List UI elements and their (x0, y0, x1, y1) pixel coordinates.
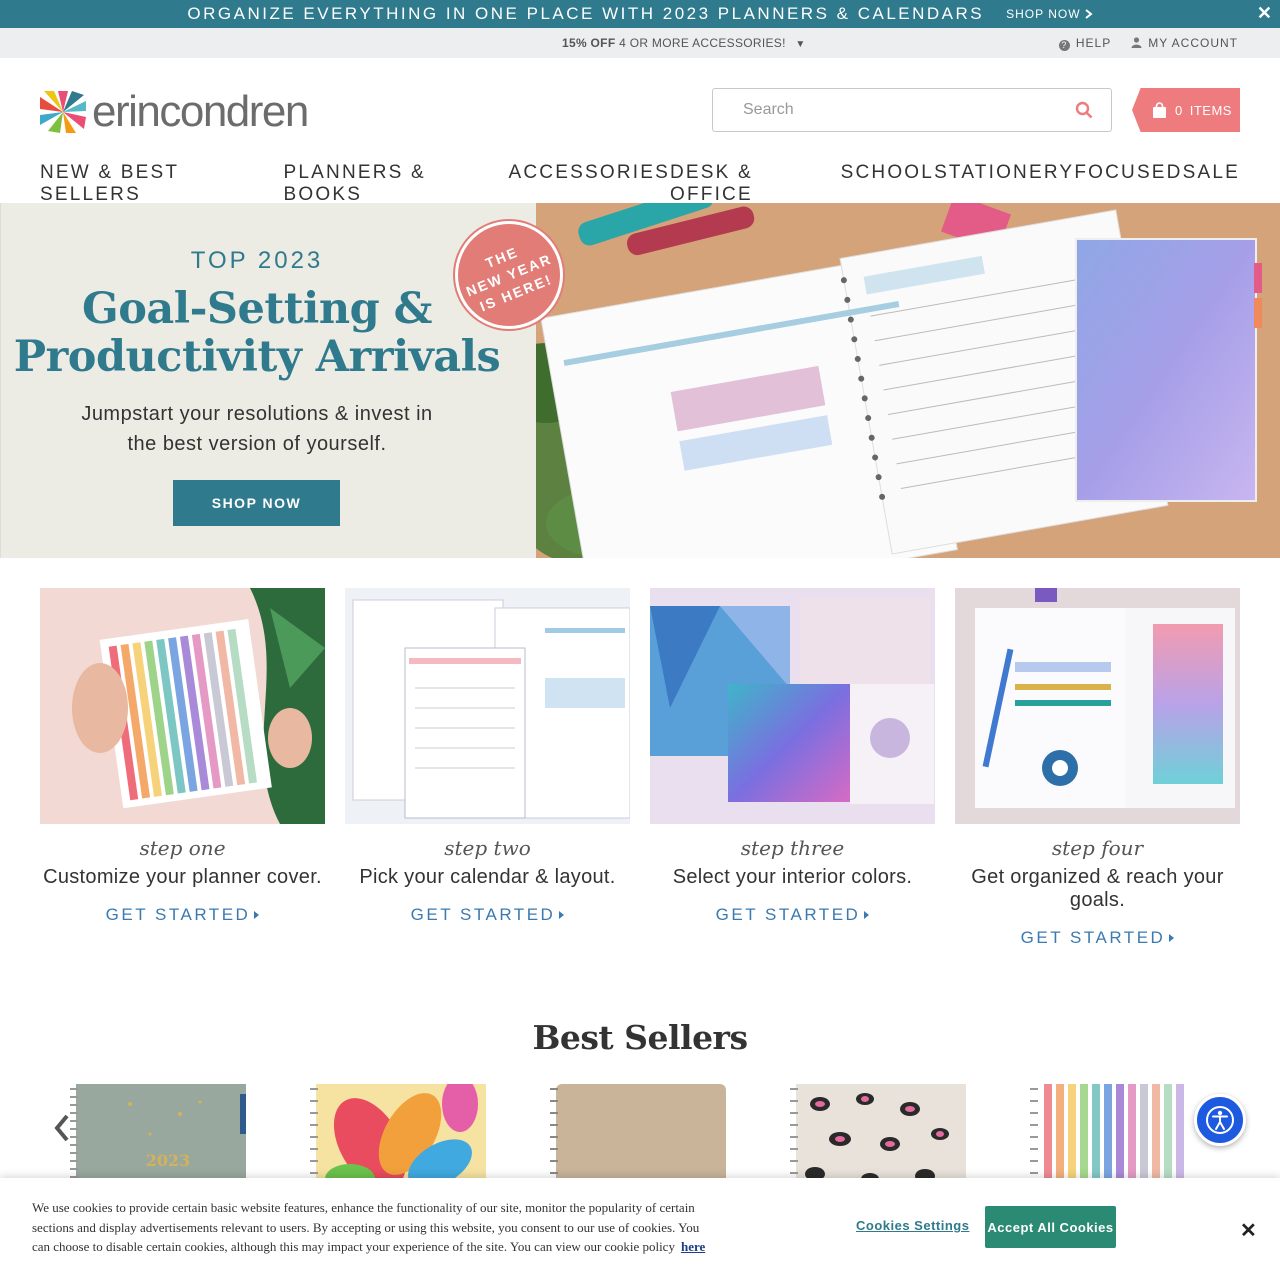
calendar-layout-photo (345, 588, 630, 824)
get-started-label: GET STARTED (410, 905, 556, 924)
get-started-link[interactable]: GET STARTED (1021, 928, 1175, 948)
help-link[interactable]: ? HELP (1058, 36, 1112, 51)
search-bar (712, 88, 1112, 132)
site-logo[interactable]: erincondren (40, 87, 309, 136)
nav-sale[interactable]: SALE (1183, 162, 1240, 206)
hero-copy-panel: TOP 2023 Goal-Setting & Productivity Arr… (0, 203, 536, 558)
chevron-right-icon (1084, 9, 1093, 19)
shopping-bag-icon (1153, 102, 1166, 118)
accessories-offer[interactable]: 15% OFF 4 OR MORE ACCESSORIES! ▼ (562, 36, 806, 50)
question-icon: ? (1058, 40, 1070, 51)
cart-button[interactable]: 0 ITEMS (1132, 88, 1240, 132)
get-started-link[interactable]: GET STARTED (411, 905, 565, 925)
promo-bar: ORGANIZE EVERYTHING IN ONE PLACE WITH 20… (0, 0, 1280, 28)
nav-new-best-sellers[interactable]: NEW & BEST SELLERS (40, 162, 284, 206)
hero-sub-line-1: Jumpstart your resolutions & invest in (81, 403, 433, 425)
cookie-policy-link[interactable]: here (681, 1239, 705, 1254)
cookie-banner: We use cookies to provide certain basic … (0, 1178, 1280, 1280)
step-card: step one Customize your planner cover. G… (40, 588, 325, 948)
step-description: Pick your calendar & layout. (359, 866, 616, 888)
caret-right-icon (1169, 934, 1175, 942)
nav-school[interactable]: SCHOOL (841, 162, 934, 206)
search-input[interactable] (743, 101, 1063, 119)
step-label: step three (740, 836, 845, 860)
cookie-text: We use cookies to provide certain basic … (32, 1198, 712, 1257)
step-description: Select your interior colors. (672, 866, 913, 888)
logo-mark-icon (40, 91, 86, 133)
planner-cover-photo (40, 588, 325, 824)
close-icon[interactable]: ✕ (1257, 3, 1272, 24)
hero-title: Goal-Setting & Productivity Arrivals (1, 285, 513, 381)
step-one-image[interactable] (40, 588, 325, 824)
cookie-settings-link[interactable]: Cookies Settings (856, 1218, 969, 1233)
cookie-message: We use cookies to provide certain basic … (32, 1200, 700, 1254)
organized-planner-photo (955, 588, 1240, 824)
utility-links: ? HELP MY ACCOUNT (1058, 36, 1238, 51)
step-card: step two Pick your calendar & layout. GE… (345, 588, 630, 948)
main-nav: NEW & BEST SELLERS PLANNERS & BOOKS ACCE… (40, 162, 1240, 206)
step-two-image[interactable] (345, 588, 630, 824)
step-four-image[interactable] (955, 588, 1240, 824)
utility-bar: 15% OFF 4 OR MORE ACCESSORIES! ▼ ? HELP M… (0, 28, 1280, 58)
hero-image[interactable] (536, 203, 1280, 558)
caret-down-icon: ▼ (795, 39, 806, 50)
hero-subtitle: Jumpstart your resolutions & invest in t… (1, 399, 513, 459)
step-card: step four Get organized & reach your goa… (955, 588, 1240, 948)
cart-label: ITEMS (1189, 102, 1232, 118)
product-cover-year: 2023 (146, 1151, 191, 1170)
cart-count: 0 (1175, 102, 1183, 118)
step-three-image[interactable] (650, 588, 935, 824)
nav-stationery[interactable]: STATIONERY (934, 162, 1074, 206)
my-account-label: MY ACCOUNT (1148, 36, 1238, 50)
step-card: step three Select your interior colors. … (650, 588, 935, 948)
offer-text: 4 OR MORE ACCESSORIES! (619, 36, 786, 50)
hero-shop-now-button[interactable]: SHOP NOW (173, 480, 340, 526)
caret-right-icon (559, 911, 565, 919)
my-account-link[interactable]: MY ACCOUNT (1131, 36, 1238, 51)
step-description: Customize your planner cover. (43, 866, 322, 888)
get-started-label: GET STARTED (1020, 928, 1166, 947)
accessibility-icon (1206, 1106, 1234, 1134)
logo-text: erincondren (92, 87, 309, 136)
hero-title-line-2: Productivity Arrivals (13, 332, 501, 382)
hero-sub-line-2: the best version of yourself. (127, 433, 387, 455)
get-started-link[interactable]: GET STARTED (106, 905, 260, 925)
promo-shop-label: SHOP NOW (1006, 7, 1081, 21)
planner-photo-illustration (536, 203, 1280, 558)
step-label: step one (139, 836, 226, 860)
accept-all-cookies-button[interactable]: Accept All Cookies (985, 1206, 1116, 1248)
search-icon[interactable] (1075, 101, 1093, 119)
steps-section: step one Customize your planner cover. G… (40, 588, 1240, 948)
interior-colors-photo (650, 588, 935, 824)
nav-focused[interactable]: FOCUSED (1074, 162, 1182, 206)
get-started-label: GET STARTED (105, 905, 251, 924)
chevron-left-icon[interactable] (52, 1113, 72, 1143)
close-icon[interactable]: ✕ (1240, 1218, 1257, 1243)
caret-right-icon (254, 911, 260, 919)
best-sellers-title: Best Sellers (532, 1018, 748, 1057)
hero-kicker: TOP 2023 (190, 247, 324, 274)
step-label: step four (1051, 836, 1144, 860)
nav-planners-books[interactable]: PLANNERS & BOOKS (284, 162, 509, 206)
accessibility-button[interactable] (1194, 1094, 1246, 1146)
hero-banner: TOP 2023 Goal-Setting & Productivity Arr… (0, 203, 1280, 558)
get-started-label: GET STARTED (715, 905, 861, 924)
nav-accessories[interactable]: ACCESSORIES (509, 162, 670, 206)
step-label: step two (444, 836, 531, 860)
get-started-link[interactable]: GET STARTED (716, 905, 870, 925)
help-label: HELP (1075, 36, 1112, 50)
offer-bold: 15% OFF (562, 36, 616, 50)
nav-desk-office[interactable]: DESK & OFFICE (670, 162, 841, 206)
promo-shop-link[interactable]: SHOP NOW (1006, 7, 1093, 21)
hero-title-line-1: Goal-Setting & (81, 284, 433, 334)
promo-text: ORGANIZE EVERYTHING IN ONE PLACE WITH 20… (187, 4, 985, 23)
caret-right-icon (864, 911, 870, 919)
user-icon (1131, 37, 1142, 48)
step-description: Get organized & reach your goals. (971, 866, 1224, 911)
